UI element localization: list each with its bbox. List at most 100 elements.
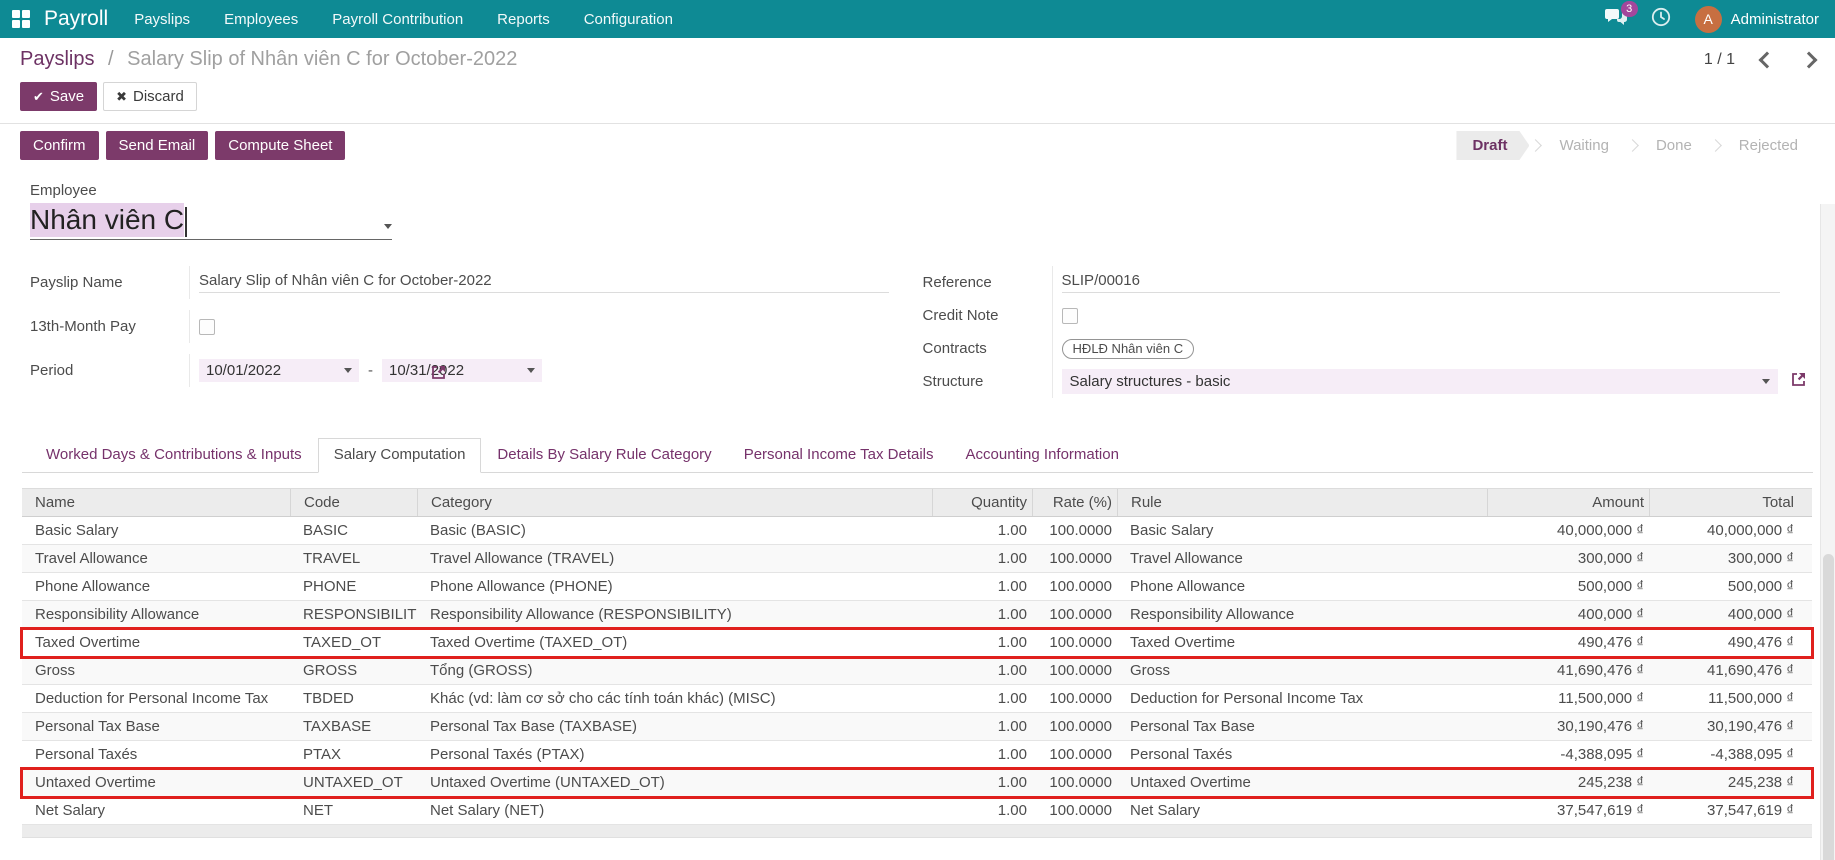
tab-salary-computation[interactable]: Salary Computation: [317, 438, 482, 473]
stage-waiting[interactable]: Waiting: [1542, 131, 1625, 160]
cell-name: Net Salary: [35, 802, 106, 819]
cell-rule: Basic Salary: [1130, 522, 1214, 539]
cell-quantity: 1.00: [997, 690, 1027, 707]
tab-personal-income-tax-details[interactable]: Personal Income Tax Details: [728, 438, 950, 472]
column-header-amount[interactable]: Amount: [1487, 489, 1649, 516]
credit-note-checkbox[interactable]: [1061, 307, 1078, 324]
period-to-input[interactable]: 10/31/2022: [382, 359, 542, 382]
apps-menu-icon[interactable]: [12, 10, 30, 28]
cell-category: Travel Allowance (TRAVEL): [430, 550, 615, 567]
column-header-code[interactable]: Code: [290, 489, 417, 516]
user-menu[interactable]: A Administrator: [1694, 5, 1819, 33]
discard-button[interactable]: ✖ Discard: [103, 82, 197, 111]
cell-rate: 100.0000: [1049, 522, 1112, 539]
nav-item-payslips[interactable]: Payslips: [134, 11, 190, 28]
cell-total: 490,476 ₫: [1727, 634, 1794, 651]
column-header-category[interactable]: Category: [417, 489, 932, 516]
app-title[interactable]: Payroll: [44, 7, 108, 31]
messages-count-badge: 3: [1620, 1, 1638, 17]
column-header-rule[interactable]: Rule: [1117, 489, 1487, 516]
cell-category: Net Salary (NET): [430, 802, 545, 819]
stage-rejected[interactable]: Rejected: [1722, 131, 1815, 160]
main-menu: Payslips Employees Payroll Contribution Rep…: [134, 11, 673, 28]
confirm-button[interactable]: Confirm: [20, 131, 99, 160]
table-row-taxbase[interactable]: Personal Tax Base TAXBASE Personal Tax Bas…: [22, 713, 1812, 741]
table-row-taxed_ot[interactable]: Taxed Overtime TAXED_OT Taxed Overtime (TA…: [20, 627, 1814, 659]
chevron-down-icon: [527, 368, 535, 373]
table-row-responsibility[interactable]: Responsibility Allowance RESPONSIBILITY Re…: [22, 601, 1812, 629]
cell-total: 500,000 ₫: [1727, 578, 1794, 595]
employee-input[interactable]: Nhân viên C: [30, 203, 392, 240]
employee-external-link-icon[interactable]: [430, 364, 447, 381]
vertical-scrollbar[interactable]: [1820, 204, 1835, 860]
column-header-name[interactable]: Name: [22, 489, 290, 516]
left-field-group: Payslip Name Salary Slip of Nhân viên C …: [30, 266, 895, 398]
cell-code: UNTAXED_OT: [303, 774, 403, 791]
column-header-rate-[interactable]: Rate (%): [1032, 489, 1117, 516]
cell-rule: Gross: [1130, 662, 1171, 679]
cell-amount: 30,190,476 ₫: [1557, 718, 1644, 735]
send-email-button[interactable]: Send Email: [105, 131, 209, 160]
pager-next-icon[interactable]: [1800, 51, 1818, 68]
cell-amount: 11,500,000 ₫: [1558, 690, 1644, 707]
table-row-net[interactable]: Net Salary NET Net Salary (NET) 1.00 100.000…: [22, 797, 1812, 825]
13th-month-pay-checkbox[interactable]: [199, 318, 215, 335]
table-footer-strip: [22, 825, 1812, 838]
stage-separator-icon: [1708, 139, 1722, 152]
tab-accounting-information[interactable]: Accounting Information: [950, 438, 1135, 472]
activities-button[interactable]: [1651, 7, 1671, 31]
column-header-quantity[interactable]: Quantity: [932, 489, 1032, 516]
breadcrumb-parent-link[interactable]: Payslips: [20, 48, 94, 70]
cell-name: Gross: [35, 662, 76, 679]
form-statusbar-row: Confirm Send Email Compute Sheet Draft Wa…: [0, 124, 1835, 166]
notebook-tabs: Worked Days & Contributions & Inputs Sala…: [22, 438, 1813, 473]
cross-icon: ✖: [116, 89, 128, 104]
structure-external-link-icon[interactable]: [1790, 371, 1807, 388]
cell-rule: Responsibility Allowance: [1130, 606, 1295, 623]
pager-previous-icon[interactable]: [1758, 51, 1776, 68]
cell-category: Basic (BASIC): [430, 522, 526, 539]
cell-amount: 245,238 ₫: [1577, 774, 1644, 791]
save-button[interactable]: ✔ Save: [20, 82, 98, 111]
nav-item-payroll-contribution[interactable]: Payroll Contribution: [332, 11, 463, 28]
compute-sheet-button[interactable]: Compute Sheet: [215, 131, 346, 160]
nav-item-employees[interactable]: Employees: [224, 11, 298, 28]
structure-input[interactable]: Salary structures - basic: [1061, 369, 1778, 394]
reference-input[interactable]: SLIP/00016: [1061, 272, 1780, 293]
cell-amount: 40,000,000 ₫: [1557, 522, 1644, 539]
tab-worked-days-contributions-inputs[interactable]: Worked Days & Contributions & Inputs: [30, 438, 318, 472]
cell-quantity: 1.00: [997, 578, 1027, 595]
nav-item-reports[interactable]: Reports: [497, 11, 550, 28]
tab-details-by-salary-rule-category[interactable]: Details By Salary Rule Category: [481, 438, 727, 472]
table-row-ptax[interactable]: Personal Taxés PTAX Personal Taxés (PTAX) 1…: [22, 741, 1812, 769]
table-row-travel[interactable]: Travel Allowance TRAVEL Travel Allowance (…: [22, 545, 1812, 573]
table-row-basic[interactable]: Basic Salary BASIC Basic (BASIC) 1.00 100.00…: [22, 517, 1812, 545]
payslip-name-label: Payslip Name: [30, 274, 123, 291]
messages-button[interactable]: 3: [1604, 1, 1638, 30]
cell-total: 300,000 ₫: [1727, 550, 1794, 567]
table-row-gross[interactable]: Gross GROSS Tổng (GROSS) 1.00 100.0000 Gross 4…: [22, 657, 1812, 685]
cell-quantity: 1.00: [997, 802, 1027, 819]
cell-name: Personal Taxés: [35, 746, 138, 763]
chevron-down-icon: [384, 224, 392, 229]
payslip-name-input[interactable]: Salary Slip of Nhân viên C for October-2…: [199, 272, 889, 293]
cell-name: Untaxed Overtime: [35, 774, 156, 791]
table-row-tbded[interactable]: Deduction for Personal Income Tax TBDED Kh…: [22, 685, 1812, 713]
table-row-untaxed_ot[interactable]: Untaxed Overtime UNTAXED_OT Untaxed Overti…: [20, 767, 1814, 799]
pager-counter: 1 / 1: [1703, 50, 1735, 68]
contract-tag[interactable]: HĐLĐ Nhân viên C: [1061, 338, 1195, 359]
cell-code: TAXED_OT: [303, 634, 382, 651]
cell-category: Untaxed Overtime (UNTAXED_OT): [430, 774, 665, 791]
table-header: Name Code Category Quantity Rate (%) Rule Amou…: [22, 488, 1812, 517]
nav-item-configuration[interactable]: Configuration: [584, 11, 673, 28]
stage-done[interactable]: Done: [1639, 131, 1709, 160]
table-row-phone[interactable]: Phone Allowance PHONE Phone Allowance (PHO…: [22, 573, 1812, 601]
cell-quantity: 1.00: [997, 662, 1027, 679]
top-navbar: Payroll Payslips Employees Payroll Contrib…: [0, 0, 1835, 38]
period-from-input[interactable]: 10/01/2022: [199, 359, 359, 382]
cell-rate: 100.0000: [1049, 690, 1112, 707]
cell-quantity: 1.00: [997, 522, 1027, 539]
column-header-total[interactable]: Total: [1649, 489, 1799, 516]
stage-draft[interactable]: Draft: [1456, 131, 1529, 160]
scrollbar-thumb[interactable]: [1823, 554, 1834, 860]
